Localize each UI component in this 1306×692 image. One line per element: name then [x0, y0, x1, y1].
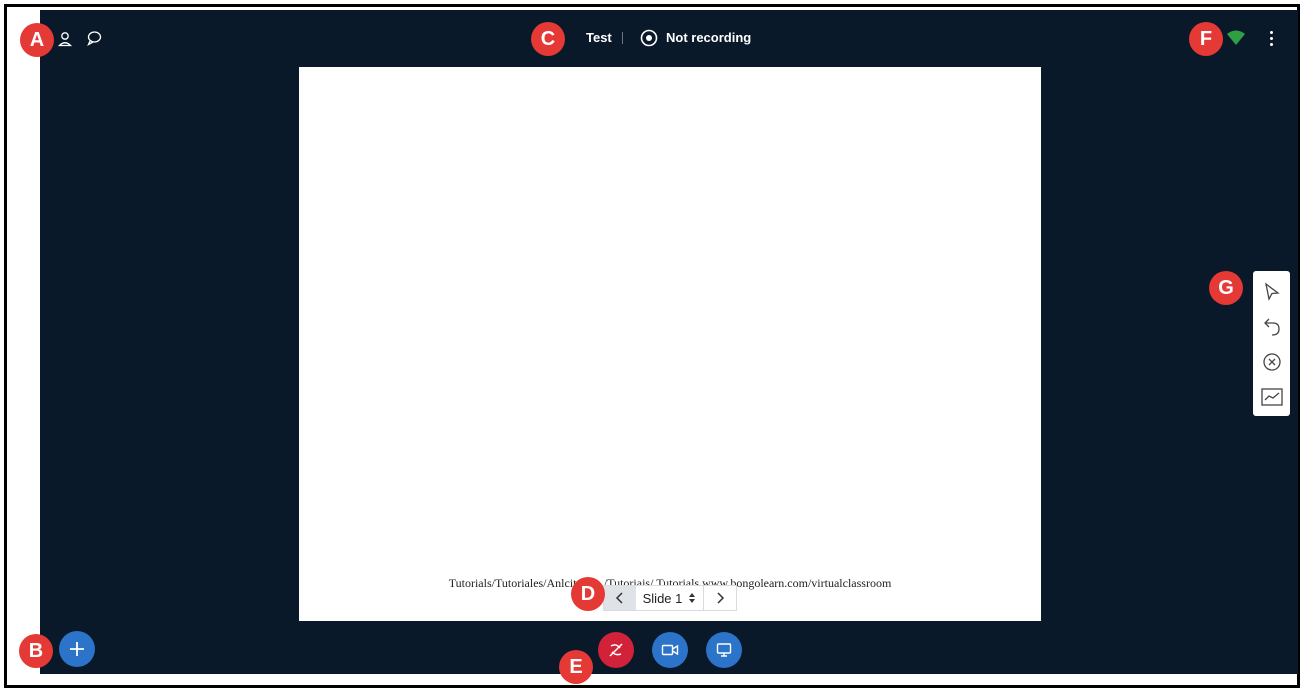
record-icon[interactable] [640, 29, 658, 47]
callout-b: B [19, 634, 53, 668]
callout-e: E [559, 650, 593, 684]
pointer-tool[interactable] [1253, 274, 1290, 309]
leave-audio-button[interactable] [598, 632, 634, 668]
pointer-icon [1264, 281, 1280, 301]
callout-d: D [571, 577, 605, 611]
callout-f: F [1189, 22, 1223, 56]
clear-tool[interactable] [1253, 344, 1290, 379]
undo-icon [1263, 318, 1280, 336]
annotation-chart-icon [1260, 387, 1283, 406]
plus-icon [70, 642, 84, 656]
undo-tool[interactable] [1253, 309, 1290, 344]
recording-status[interactable]: Not recording [666, 30, 751, 45]
presentation-slide: Tutorials/Tutoriales/Anlcitur... ../Tuto… [299, 67, 1041, 621]
callout-c: C [531, 22, 565, 56]
video-button[interactable] [652, 632, 688, 668]
previous-slide-button[interactable] [604, 586, 636, 610]
slide-select[interactable]: Slide 1 [636, 586, 704, 610]
mic-off-icon [609, 643, 623, 657]
connection-status-icon[interactable] [1227, 30, 1245, 46]
slide-select-value: Slide 1 [642, 590, 683, 606]
user-icon[interactable] [57, 31, 73, 47]
video-icon [661, 644, 679, 656]
callout-g: G [1209, 271, 1243, 305]
next-slide-button[interactable] [704, 586, 736, 610]
annotation-tool[interactable] [1253, 379, 1290, 414]
slide-navigation: Slide 1 [603, 585, 737, 611]
chevron-right-icon [717, 592, 725, 604]
chat-icon[interactable] [86, 30, 102, 46]
actions-button[interactable] [59, 631, 95, 667]
session-title: Test [586, 30, 612, 45]
whiteboard-toolbar [1253, 271, 1290, 416]
chevron-left-icon [615, 592, 623, 604]
callout-a: A [20, 23, 54, 57]
clear-icon [1262, 352, 1281, 371]
select-arrows-icon [689, 593, 696, 603]
screen-share-icon [716, 643, 732, 657]
kebab-menu-icon[interactable] [1268, 31, 1274, 47]
screen-share-button[interactable] [706, 632, 742, 668]
header-divider [622, 32, 623, 44]
